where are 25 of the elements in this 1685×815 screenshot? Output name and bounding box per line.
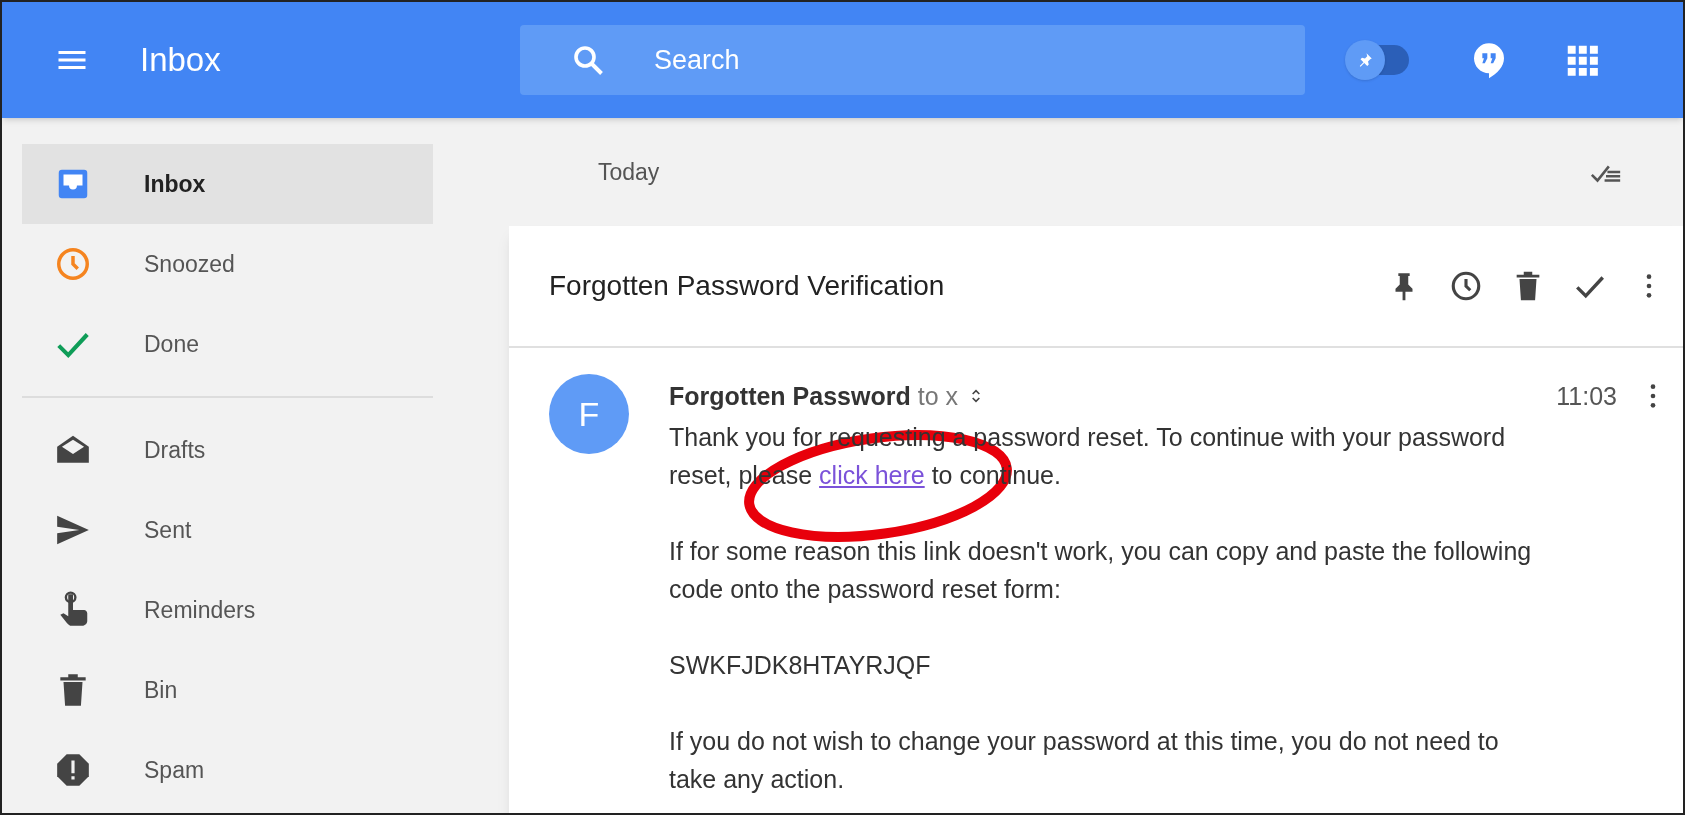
message-time: 11:03 xyxy=(1556,381,1617,412)
message-subject: Forgotten Password Verification xyxy=(549,269,946,303)
avatar: F xyxy=(549,374,629,454)
app-title: Inbox xyxy=(140,40,222,81)
alert-icon xyxy=(54,751,92,789)
sidebar-item[interactable]: Spam xyxy=(22,730,433,810)
sidebar-item[interactable]: Snoozed xyxy=(22,224,433,304)
sidebar-item[interactable]: Inbox xyxy=(22,144,433,224)
search-input[interactable]: Search xyxy=(654,39,1154,81)
pin-toggle[interactable] xyxy=(1345,40,1411,80)
sidebar-item[interactable]: Reminders xyxy=(22,570,433,650)
search-field[interactable]: Search xyxy=(520,25,1305,95)
sidebar-item[interactable]: Bin xyxy=(22,650,433,730)
clock-icon xyxy=(54,245,92,283)
clock-icon[interactable] xyxy=(1449,269,1483,303)
sender-name: Forgotten Password xyxy=(669,381,911,412)
message-paragraph: SWKFJDK8HTAYRJQF xyxy=(669,650,932,681)
section-label: Today xyxy=(598,157,660,187)
sidebar-item[interactable]: Sent xyxy=(22,490,433,570)
message-paragraph: If you do not wish to change your password at this time, you do not need to take any action. xyxy=(669,726,1500,795)
message-paragraph: If for some reason this link doesn't work, you can copy and paste the following code onto the password reset form: xyxy=(669,536,1533,605)
reset-link[interactable]: click here xyxy=(819,461,925,489)
recipient-label: to x xyxy=(917,381,958,412)
sidebar-item[interactable]: Done xyxy=(22,304,433,384)
sidebar-item[interactable]: Drafts xyxy=(22,410,433,490)
